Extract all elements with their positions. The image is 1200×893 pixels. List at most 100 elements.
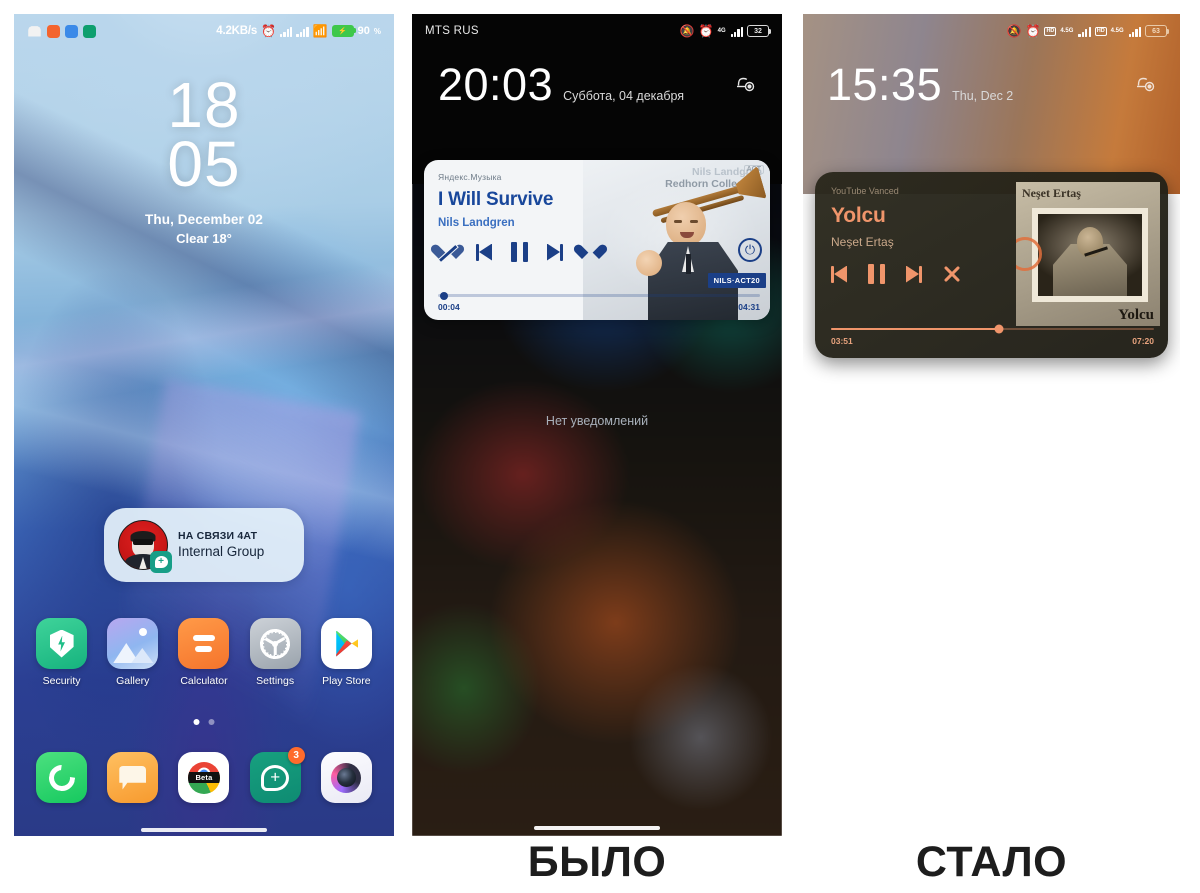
app-security[interactable]: Security <box>34 618 90 687</box>
notification-settings-icon[interactable] <box>1132 70 1156 94</box>
player-progress-after: 03:51 07:20 <box>831 324 1154 346</box>
app-calculator[interactable]: Calculator <box>176 618 232 687</box>
time-current-label: 03:51 <box>831 336 853 346</box>
network-type-sim2-label: 4.5G <box>1110 28 1124 34</box>
notification-settings-icon[interactable] <box>732 70 756 94</box>
chrome-beta-icon: Beta <box>178 752 230 803</box>
chat-plus-badge-icon: + <box>150 551 172 573</box>
page-indicator[interactable] <box>193 719 215 725</box>
dock-phone[interactable] <box>34 752 90 803</box>
progress-track[interactable] <box>831 324 1154 334</box>
previous-icon[interactable] <box>476 243 492 261</box>
page-dot[interactable] <box>208 719 215 725</box>
signal-sim1-icon <box>1078 26 1091 37</box>
home-indicator-bar[interactable] <box>928 826 1055 830</box>
carrier-label: MTS RUS <box>425 25 479 37</box>
dock-camera[interactable] <box>318 752 374 803</box>
lock-clock-label: 15:35 <box>827 59 943 110</box>
lock-clock-block: 15:35 Thu, Dec 2 <box>827 62 1013 107</box>
app-label: Calculator <box>180 675 228 687</box>
no-notifications-label: Нет уведомлений <box>545 414 649 428</box>
avatar-wrap: + <box>118 520 172 573</box>
next-icon[interactable] <box>547 243 563 261</box>
dock-chat[interactable]: + 3 <box>247 747 305 803</box>
statusbar-right-icons: 4.2KB/s ⏰ 📶 ⚡ 90 % <box>216 25 381 37</box>
progress-track[interactable] <box>438 291 760 300</box>
page-dot-active[interactable] <box>193 719 200 725</box>
track-artist-label: Nils Landgren <box>438 217 515 229</box>
app-grid-row: Security Gallery Calculator Settings Pla… <box>14 618 394 687</box>
battery-icon: 32 <box>747 25 771 37</box>
media-player-card-before[interactable]: Nils Landgren Redhorn Collection ACT <box>424 160 770 320</box>
like-icon[interactable] <box>582 245 599 260</box>
previous-icon[interactable] <box>831 265 847 288</box>
lock-date-label: Суббота, 04 декабря <box>563 89 685 103</box>
artist-eyes <box>674 220 698 223</box>
app-settings[interactable]: Settings <box>247 618 303 687</box>
home-indicator-bar[interactable] <box>534 826 660 830</box>
clock-hours: 18 <box>167 69 241 141</box>
dislike-icon[interactable] <box>438 239 458 268</box>
statusbar-lock-after: 🔕 ⏰ HD 4.5G HD 4.5G 63 <box>803 14 1180 48</box>
lockscreen-after: 🔕 ⏰ HD 4.5G HD 4.5G 63 15:35 Thu, Dec 2 <box>803 14 1180 836</box>
equals-glyph <box>192 635 215 652</box>
bolt-glyph <box>58 635 66 652</box>
security-shield-icon <box>36 618 88 669</box>
statusbar-left: MTS RUS <box>425 25 479 37</box>
close-icon[interactable] <box>943 265 961 288</box>
contact-title: НА СВЯЗИ 4АТ <box>178 530 258 543</box>
track-artist-label: Neşet Ertaş <box>831 235 894 249</box>
album-photo-frame <box>1032 208 1148 302</box>
signal-sim2-icon <box>296 26 309 37</box>
battery-charging-icon: ⚡ <box>331 25 357 37</box>
progress-fill <box>831 327 999 330</box>
artist-tie <box>685 254 691 274</box>
app-play-store[interactable]: Play Store <box>318 618 374 687</box>
mute-icon: 🔕 <box>1006 24 1022 38</box>
app-gallery[interactable]: Gallery <box>105 618 161 687</box>
mountain-glyph-2 <box>131 648 154 663</box>
artist-hand <box>636 250 662 276</box>
pause-icon[interactable] <box>868 264 885 289</box>
bubble-glyph <box>119 765 147 790</box>
lock-clock-label: 20:03 <box>438 59 554 110</box>
home-indicator-bar[interactable] <box>141 828 267 832</box>
dock-chrome[interactable]: Beta <box>176 752 232 803</box>
shield-shape <box>49 629 74 658</box>
statusbar-home: 4.2KB/s ⏰ 📶 ⚡ 90 % <box>14 14 394 48</box>
pause-icon[interactable] <box>511 242 528 262</box>
bubble-shape: + <box>154 556 168 568</box>
time-current-label: 00:04 <box>438 302 460 312</box>
lockscreen-before: MTS RUS 🔕 ⏰ 4G 32 20:03 Суббота, 04 дека… <box>412 14 782 836</box>
phone-screen-lock-after: 🔕 ⏰ HD 4.5G HD 4.5G 63 15:35 Thu, Dec 2 <box>803 14 1180 836</box>
alarm-icon: ⏰ <box>261 24 277 38</box>
alarm-icon: ⏰ <box>698 24 714 38</box>
settings-gear-icon <box>249 618 301 669</box>
player-progress-before: 00:04 04:31 <box>438 291 760 312</box>
handset-glyph <box>49 765 75 791</box>
upload-arrow-icon <box>65 24 78 38</box>
signal-icon <box>730 26 743 37</box>
camera-lens-icon <box>320 752 372 803</box>
player-source-label: Яндекс.Музыка <box>438 172 502 182</box>
progress-knob[interactable] <box>440 291 449 300</box>
messages-bubble-icon <box>107 752 159 803</box>
app-label: Play Store <box>322 675 371 687</box>
percent-sign: % <box>373 26 381 36</box>
statusbar-right: 🔕 ⏰ 4G 32 <box>680 24 771 38</box>
wifi-icon: 📶 <box>312 24 328 38</box>
time-total-label: 04:31 <box>738 302 760 312</box>
album-artist-label: Neşet Ertaş <box>1022 186 1081 200</box>
app-label: Security <box>42 675 81 687</box>
progress-knob[interactable] <box>994 324 1004 334</box>
contact-widget[interactable]: + НА СВЯЗИ 4АТ Internal Group <box>104 508 304 582</box>
location-target-icon <box>83 24 96 38</box>
signal-sim1-icon <box>280 26 293 37</box>
next-icon[interactable] <box>906 265 922 288</box>
media-player-card-after[interactable]: YouTube Vanced Yolcu Neşet Ertaş Neşet E… <box>815 172 1168 358</box>
hd-sim2-icon: HD <box>1094 26 1107 36</box>
dock-messages[interactable] <box>105 752 161 803</box>
app-label: Gallery <box>116 675 150 687</box>
act-logo-icon: ⏻ <box>738 238 762 262</box>
network-type-label: 4G <box>717 28 726 34</box>
